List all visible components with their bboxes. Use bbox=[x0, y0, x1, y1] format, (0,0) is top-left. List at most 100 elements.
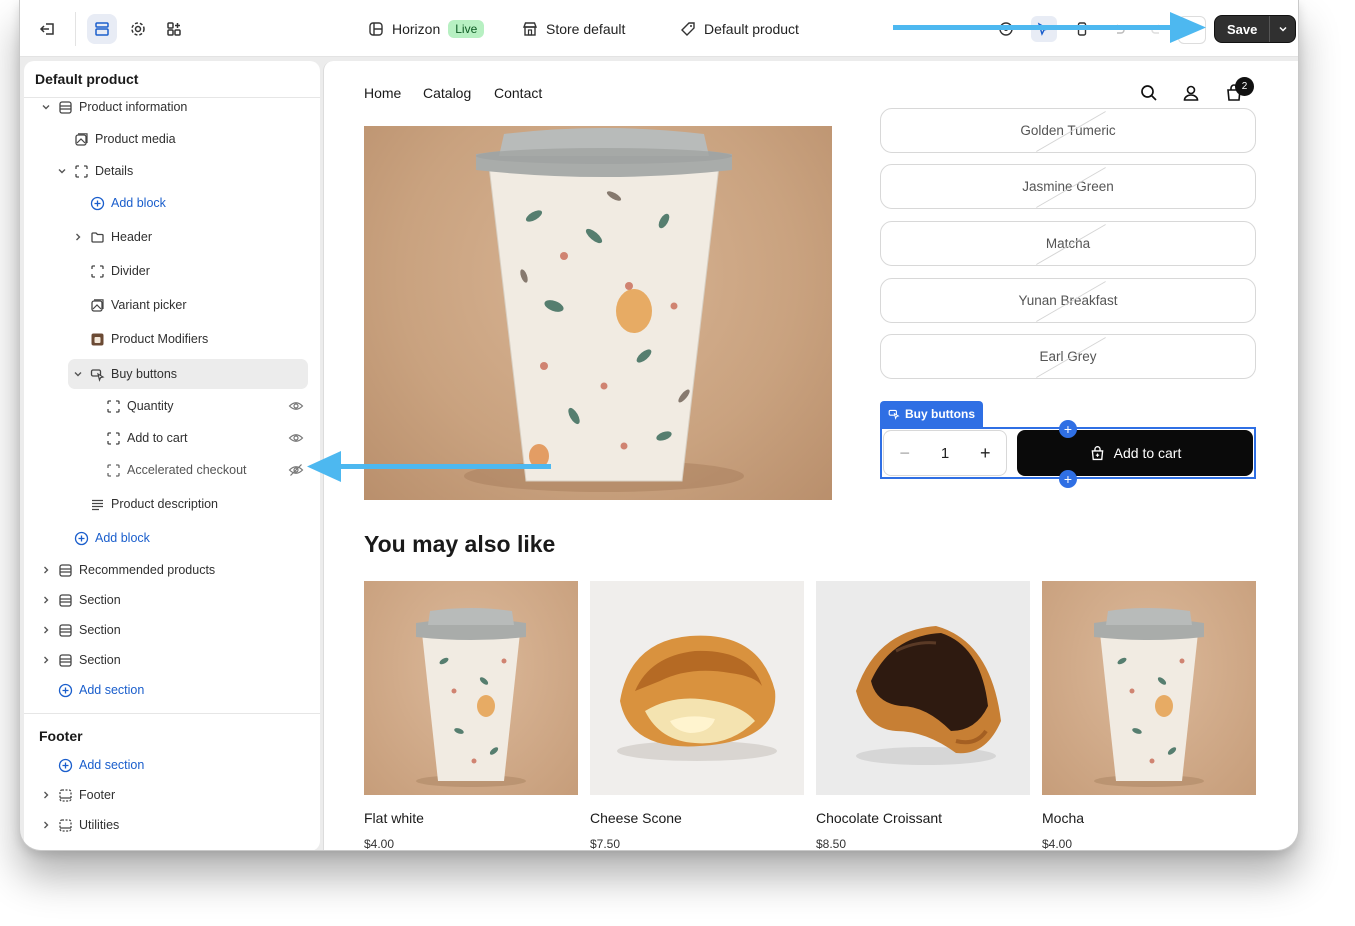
chevron-right-icon[interactable] bbox=[40, 624, 52, 636]
chevron-down-icon[interactable] bbox=[72, 368, 84, 380]
add-section-button[interactable]: Add section bbox=[24, 752, 320, 778]
add-block-button[interactable]: Add block bbox=[24, 525, 320, 551]
variant-option[interactable]: Matcha bbox=[880, 221, 1256, 266]
save-button-group: Save bbox=[1214, 15, 1297, 43]
product-card-price: $4.00 bbox=[1042, 837, 1073, 851]
product-card-image[interactable] bbox=[590, 581, 804, 795]
tree-item-variant-picker[interactable]: Variant picker bbox=[24, 292, 320, 318]
variant-option[interactable]: Yunan Breakfast bbox=[880, 278, 1256, 323]
tree-item-buy-buttons[interactable]: Buy buttons bbox=[24, 361, 320, 387]
quantity-value[interactable]: 1 bbox=[941, 445, 949, 462]
block-selection-tag[interactable]: Buy buttons bbox=[880, 401, 983, 427]
eye-icon[interactable] bbox=[288, 398, 304, 414]
exit-icon[interactable] bbox=[33, 14, 63, 44]
product-card-name[interactable]: Flat white bbox=[364, 810, 424, 826]
nav-link-contact[interactable]: Contact bbox=[494, 85, 542, 101]
variant-label: Yunan Breakfast bbox=[1018, 293, 1118, 308]
tree-item-label: Variant picker bbox=[111, 298, 187, 312]
insert-block-above-button[interactable]: + bbox=[1059, 420, 1077, 438]
tree-item-product-modifiers[interactable]: Product Modifiers bbox=[24, 326, 320, 352]
tree-item-section[interactable]: Section bbox=[24, 647, 320, 673]
template-selector[interactable]: Default product bbox=[680, 19, 799, 39]
cursor-icon bbox=[888, 409, 900, 420]
add-circle-icon bbox=[57, 757, 73, 773]
section-icon bbox=[57, 99, 73, 115]
product-card-name[interactable]: Mocha bbox=[1042, 810, 1084, 826]
theme-selector[interactable]: Horizon Live bbox=[368, 19, 485, 39]
chevron-right-icon[interactable] bbox=[40, 594, 52, 606]
account-icon[interactable] bbox=[1181, 83, 1201, 103]
annotation-arrow-left-icon bbox=[307, 451, 551, 482]
add-to-cart-label: Add to cart bbox=[1113, 445, 1182, 461]
tree-item-quantity[interactable]: Quantity bbox=[24, 393, 304, 419]
search-icon[interactable] bbox=[1139, 83, 1159, 103]
eye-icon[interactable] bbox=[288, 430, 304, 446]
apps-icon[interactable] bbox=[159, 14, 189, 44]
sidebar-divider bbox=[24, 713, 320, 714]
insert-block-below-button[interactable]: + bbox=[1059, 470, 1077, 488]
eye-off-icon[interactable] bbox=[288, 462, 304, 478]
tag-icon bbox=[681, 22, 695, 36]
add-section-button[interactable]: Add section bbox=[24, 677, 320, 703]
tree-item-product-description[interactable]: Product description bbox=[24, 491, 320, 517]
tree-item-header[interactable]: Header bbox=[24, 224, 320, 250]
block-icon bbox=[105, 430, 121, 446]
toolbar-divider bbox=[75, 12, 76, 46]
add-circle-icon bbox=[73, 530, 89, 546]
tree-item-accelerated-checkout[interactable]: Accelerated checkout bbox=[24, 457, 304, 483]
sidebar: Default product Product information Prod… bbox=[24, 61, 320, 850]
tree-item-divider[interactable]: Divider bbox=[24, 258, 320, 284]
save-button[interactable]: Save bbox=[1215, 16, 1269, 42]
footer-icon bbox=[57, 817, 73, 833]
chevron-down-icon[interactable] bbox=[40, 101, 52, 113]
tree-item-label: Quantity bbox=[127, 399, 174, 413]
tree-item-label: Recommended products bbox=[79, 563, 216, 577]
tree-item-product-media[interactable]: Product media bbox=[24, 126, 320, 152]
tree-item-label: Add to cart bbox=[127, 431, 188, 445]
chevron-right-icon[interactable] bbox=[40, 819, 52, 831]
increase-quantity-button[interactable]: + bbox=[980, 443, 991, 464]
product-hero-image bbox=[364, 126, 832, 500]
tree-item-utilities[interactable]: Utilities bbox=[24, 812, 320, 838]
product-card-price: $4.00 bbox=[364, 837, 395, 851]
tree-item-add-to-cart[interactable]: Add to cart bbox=[24, 425, 304, 451]
gear-icon[interactable] bbox=[123, 14, 153, 44]
product-card-image[interactable] bbox=[1042, 581, 1256, 795]
tree-item-footer[interactable]: Footer bbox=[24, 782, 320, 808]
product-card-name[interactable]: Cheese Scone bbox=[590, 810, 682, 826]
sections-icon[interactable] bbox=[87, 14, 117, 44]
store-selector[interactable]: Store default bbox=[522, 19, 625, 39]
tree-item-label: Add block bbox=[95, 531, 150, 545]
save-options-button[interactable] bbox=[1269, 16, 1295, 42]
tree-item-section[interactable]: Section bbox=[24, 587, 320, 613]
nav-link-home[interactable]: Home bbox=[364, 85, 401, 101]
quantity-stepper[interactable]: − 1 + bbox=[883, 430, 1007, 476]
variant-option[interactable]: Jasmine Green bbox=[880, 164, 1256, 209]
product-card-image[interactable] bbox=[816, 581, 1030, 795]
add-block-button[interactable]: Add block bbox=[24, 190, 320, 216]
chevron-right-icon[interactable] bbox=[40, 564, 52, 576]
chevron-right-icon[interactable] bbox=[40, 789, 52, 801]
store-icon bbox=[522, 22, 538, 36]
product-card-price: $7.50 bbox=[590, 837, 621, 851]
product-card-name[interactable]: Chocolate Croissant bbox=[816, 810, 942, 826]
tree-item-recommended-products[interactable]: Recommended products bbox=[24, 557, 320, 583]
variant-option[interactable]: Golden Tumeric bbox=[880, 108, 1256, 153]
chevron-right-icon[interactable] bbox=[72, 231, 84, 243]
tree-item-product-information[interactable]: Product information bbox=[24, 94, 320, 120]
variant-label: Golden Tumeric bbox=[1020, 123, 1116, 138]
tree-item-details[interactable]: Details bbox=[24, 158, 320, 184]
store-label: Store default bbox=[546, 21, 626, 37]
chevron-down-icon[interactable] bbox=[56, 165, 68, 177]
decrease-quantity-button[interactable]: − bbox=[899, 443, 910, 464]
product-card-image[interactable] bbox=[364, 581, 578, 795]
chevron-right-icon[interactable] bbox=[40, 654, 52, 666]
chevron-down-icon bbox=[1279, 26, 1287, 32]
template-label: Default product bbox=[704, 21, 799, 37]
nav-link-catalog[interactable]: Catalog bbox=[423, 85, 471, 101]
add-to-cart-button[interactable]: Add to cart bbox=[1017, 430, 1253, 476]
section-icon bbox=[57, 652, 73, 668]
variant-option[interactable]: Earl Grey bbox=[880, 334, 1256, 379]
tree-item-section[interactable]: Section bbox=[24, 617, 320, 643]
media-icon bbox=[89, 297, 105, 313]
